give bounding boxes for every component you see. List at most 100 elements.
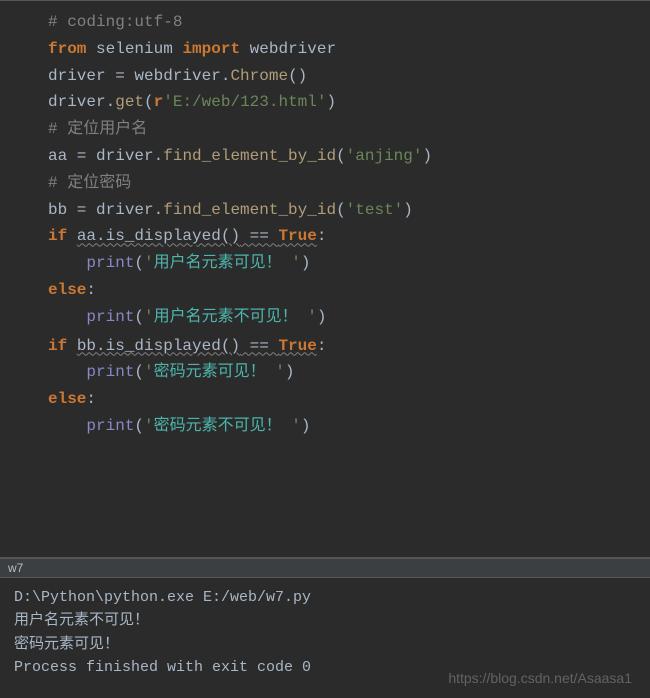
quote: ' [144,417,154,435]
paren-close: ) [403,201,413,219]
function: get [115,93,144,111]
variable: aa [48,147,67,165]
code-line: driver.get(r'E:/web/123.html') [0,89,650,116]
console-line: 密码元素可见！ [14,633,636,656]
keyword-if: if [48,227,77,245]
space [240,40,250,58]
operator: = [67,201,96,219]
quote: ' [291,417,301,435]
builtin-print: print [86,363,134,381]
string [282,417,292,435]
object: driver [96,147,154,165]
comment: # 定位密码 [48,174,131,192]
dot: . [154,201,164,219]
operator-eq: == [240,227,278,245]
quote: ' [291,254,301,272]
code-line: # 定位密码 [0,170,650,197]
comment: # coding:utf-8 [48,13,182,31]
code-line: print('用户名元素不可见！ ') [0,304,650,331]
operator-eq: == [240,337,278,355]
colon: : [86,281,96,299]
code-line: from selenium import webdriver [0,36,650,63]
builtin-print: print [86,254,134,272]
keyword-else: else [48,390,86,408]
paren-open: ( [336,201,346,219]
run-tab-label[interactable]: w7 [8,561,23,575]
code-line: driver = webdriver.Chrome() [0,63,650,90]
code-line: # 定位用户名 [0,116,650,143]
string: 'E:/web/123.html' [163,93,326,111]
variable: bb [48,201,67,219]
dot: . [221,67,231,85]
console-line: 用户名元素不可见！ [14,609,636,632]
code-line: print('密码元素不可见！ ') [0,413,650,440]
variable: driver [48,67,106,85]
dot: . [106,93,116,111]
paren-close: ) [326,93,336,111]
paren-open: ( [336,147,346,165]
indent [48,363,86,381]
keyword-if: if [48,337,77,355]
paren-close: ) [422,147,432,165]
quote: ' [307,308,317,326]
literal-true: True [278,227,316,245]
string [298,308,308,326]
module: selenium [96,40,173,58]
quote: ' [275,363,285,381]
comment: # 定位用户名 [48,120,147,138]
string: 'anjing' [346,147,423,165]
quote: ' [144,308,154,326]
string-cn: 密码元素不可见！ [154,417,282,435]
paren-open: ( [134,254,144,272]
code-line: if bb.is_displayed() == True: [0,333,650,360]
code-editor[interactable]: # coding:utf-8 from selenium import webd… [0,0,650,558]
code-line: # coding:utf-8 [0,9,650,36]
string [266,363,276,381]
paren-close: ) [285,363,295,381]
condition: aa.is_displayed() [77,227,240,245]
builtin-print: print [86,308,134,326]
colon: : [317,337,327,355]
paren-open: ( [134,363,144,381]
code-line: aa = driver.find_element_by_id('anjing') [0,143,650,170]
space [173,40,183,58]
indent [48,254,86,272]
console-output[interactable]: D:\Python\python.exe E:/web/w7.py 用户名元素不… [0,578,650,698]
string [282,254,292,272]
code-line: if aa.is_displayed() == True: [0,223,650,250]
paren-close: ) [317,308,327,326]
function: find_element_by_id [163,147,336,165]
string-cn: 用户名元素不可见！ [154,308,298,326]
builtin-print: print [86,417,134,435]
quote: ' [144,254,154,272]
paren-close: ) [301,254,311,272]
object: webdriver [134,67,220,85]
string: 'test' [346,201,404,219]
code-line: else: [0,386,650,413]
colon: : [317,227,327,245]
dot: . [154,147,164,165]
indent [48,417,86,435]
operator: = [67,147,96,165]
paren-close: ) [301,417,311,435]
run-tab-bar[interactable]: w7 [0,558,650,578]
code-line: print('用户名元素可见！ ') [0,250,650,277]
condition: bb.is_displayed() [77,337,240,355]
console-line: D:\Python\python.exe E:/web/w7.py [14,586,636,609]
keyword-from: from [48,40,86,58]
paren-open: ( [144,93,154,111]
function: Chrome [230,67,288,85]
object: driver [96,201,154,219]
code-line: bb = driver.find_element_by_id('test') [0,197,650,224]
colon: : [86,390,96,408]
literal-true: True [278,337,316,355]
indent [48,308,86,326]
string-cn: 用户名元素可见！ [154,254,282,272]
paren-open: ( [134,417,144,435]
keyword-import: import [182,40,240,58]
code-line: else: [0,277,650,304]
raw-prefix: r [154,93,164,111]
keyword-else: else [48,281,86,299]
space [86,40,96,58]
function: find_element_by_id [163,201,336,219]
